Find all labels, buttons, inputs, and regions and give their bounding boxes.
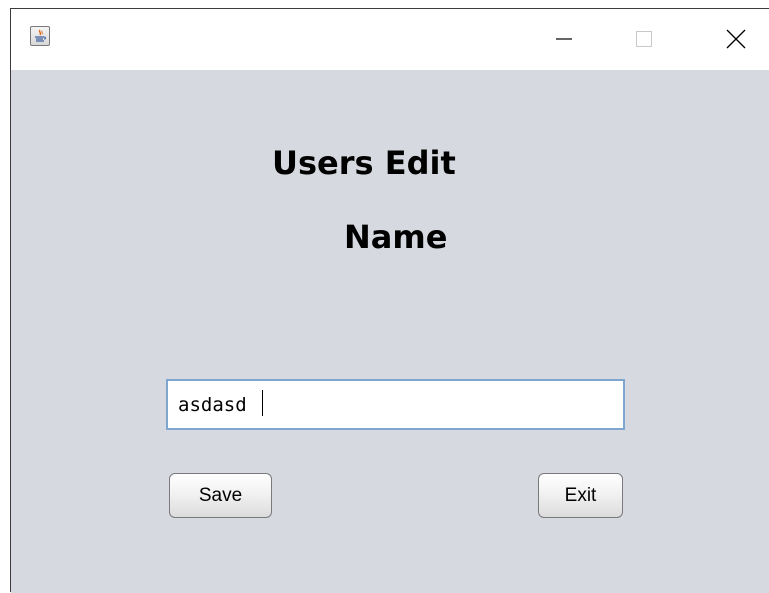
name-field-wrapper [166, 379, 625, 430]
text-caret [262, 390, 263, 416]
close-button[interactable] [708, 9, 764, 69]
maximize-icon [636, 31, 652, 47]
page-title: Users Edit [272, 144, 456, 182]
title-bar[interactable] [11, 9, 769, 70]
exit-button[interactable]: Exit [538, 473, 623, 518]
minimize-button[interactable] [536, 9, 592, 69]
maximize-button[interactable] [616, 9, 672, 69]
close-icon [726, 29, 746, 49]
app-window: Users Edit Name Save Exit [10, 8, 769, 593]
name-input[interactable] [166, 379, 625, 430]
form-panel: Users Edit Name Save Exit [11, 70, 769, 593]
minimize-icon [556, 38, 572, 40]
save-button[interactable]: Save [169, 473, 272, 518]
java-icon[interactable] [30, 26, 50, 46]
name-label: Name [344, 218, 448, 256]
